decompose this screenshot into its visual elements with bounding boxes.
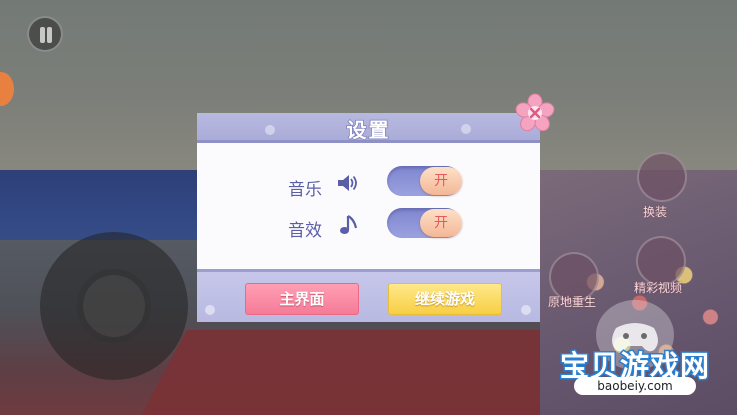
- respawn-label: 原地重生: [548, 295, 597, 309]
- music-note-icon: [340, 215, 358, 234]
- outfit-label: 换装: [643, 205, 668, 219]
- watermark: 宝贝游戏网 baobeiy.com: [558, 343, 737, 415]
- sakura-icon: [205, 305, 215, 315]
- watermark-url: baobeiy.com: [574, 377, 696, 395]
- sfx-toggle-knob: 开: [420, 209, 462, 237]
- joystick-knob[interactable]: [83, 275, 145, 337]
- pause-button[interactable]: [27, 16, 63, 52]
- red-floor: [133, 330, 587, 415]
- sfx-toggle[interactable]: 开: [387, 208, 462, 238]
- music-label: 音乐: [288, 180, 322, 200]
- music-toggle-knob: 开: [420, 167, 462, 195]
- close-icon[interactable]: [515, 93, 555, 133]
- sakura-icon: [265, 125, 275, 135]
- dialog-header: 设置: [197, 113, 540, 143]
- sakura-icon: [521, 305, 531, 315]
- music-toggle[interactable]: 开: [387, 166, 462, 196]
- dialog-title: 设置: [346, 117, 391, 143]
- home-button[interactable]: 主界面: [245, 283, 359, 315]
- continue-game-button[interactable]: 继续游戏: [388, 283, 502, 315]
- dialog-body: 音乐 开 音效 开: [197, 143, 540, 269]
- video-label: 精彩视频: [634, 281, 683, 295]
- speaker-icon: [338, 175, 357, 191]
- settings-dialog: 设置 音乐 开 音效 开 主界面 继续游戏: [197, 113, 540, 322]
- sakura-icon: [461, 124, 471, 134]
- outfit-button[interactable]: [637, 152, 687, 202]
- sfx-label: 音效: [288, 221, 322, 241]
